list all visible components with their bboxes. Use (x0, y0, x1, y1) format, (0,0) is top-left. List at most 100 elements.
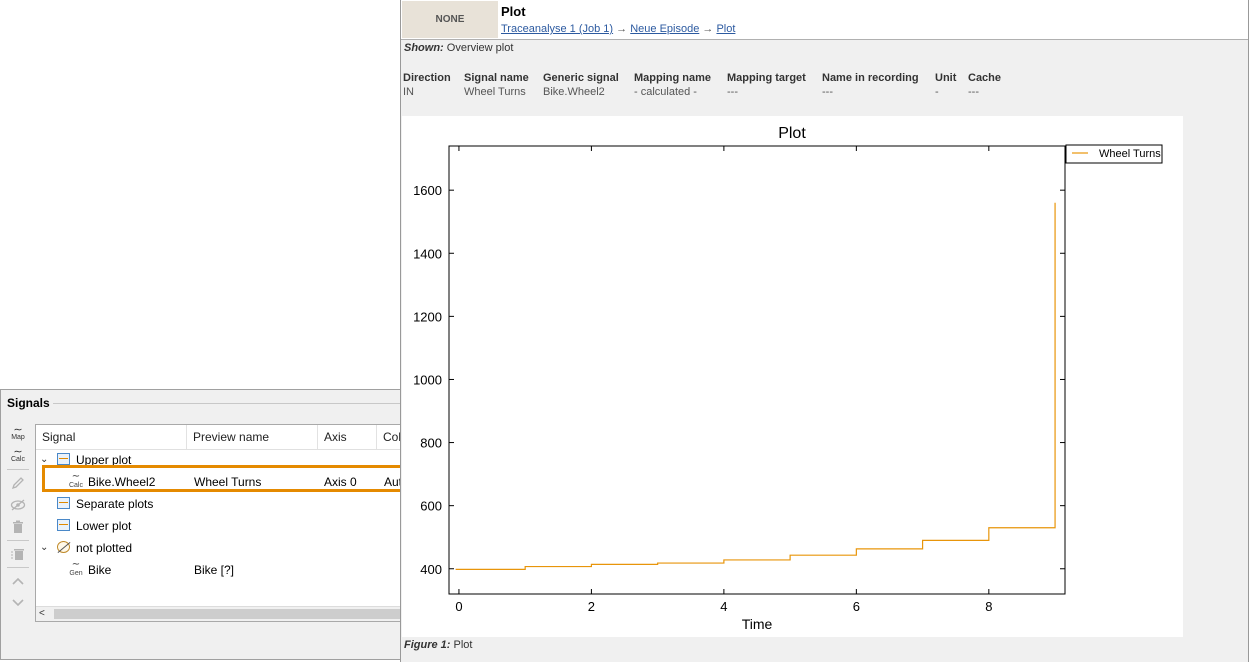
breadcrumb-arrow-icon: → (616, 23, 628, 35)
header-unit: Unit (935, 72, 957, 84)
preview-name-cell: Bike [?] (194, 563, 235, 577)
value-name-in-recording: --- (822, 86, 833, 98)
breadcrumb-link-job[interactable]: Traceanalyse 1 (Job 1) (501, 23, 613, 35)
tree-group-separate-plots[interactable]: Separate plots (36, 493, 402, 515)
not-plotted-icon (57, 541, 70, 553)
wheel-turns-chart: Plot 400 600 800 1000 1200 1400 1600 0 2 4 6 8 Tim… (413, 125, 1163, 632)
value-cache: --- (968, 86, 979, 98)
column-header-preview-name[interactable]: Preview name (187, 425, 318, 449)
y-tick-label: 1600 (413, 183, 442, 198)
col-unit: Unit - (935, 72, 956, 100)
hide-button[interactable] (5, 494, 31, 516)
legend-label: Wheel Turns (1099, 148, 1161, 160)
breadcrumb: Traceanalyse 1 (Job 1) → Neue Episode → … (501, 23, 735, 35)
header-cache: Cache (968, 72, 1002, 84)
col-generic-signal: Generic signal Bike.Wheel2 (543, 72, 619, 100)
value-mapping-name: - calculated - (634, 86, 697, 98)
plot-frame (448, 145, 1066, 595)
col-signal-name: Signal name Wheel Turns (464, 72, 529, 100)
pencil-icon (11, 477, 24, 490)
toolbar-divider (7, 469, 29, 470)
chart-title: Plot (778, 125, 806, 142)
scrollbar-thumb[interactable] (54, 609, 402, 619)
value-unit: - (935, 86, 939, 98)
value-mapping-target: --- (727, 86, 738, 98)
plot-group-icon (57, 453, 70, 465)
y-tick-label: 600 (420, 499, 442, 514)
shown-line: Shown: Overview plot (404, 42, 513, 54)
breadcrumb-link-episode[interactable]: Neue Episode (630, 23, 699, 35)
x-tick-label: 0 (455, 599, 462, 614)
horizontal-scrollbar[interactable]: < (36, 606, 402, 621)
signal-label: Bike (88, 563, 112, 577)
column-header-color[interactable]: Col (377, 425, 402, 449)
title-divider (53, 403, 400, 404)
signal-tree[interactable]: Signal Preview name Axis Col ⌄ Upper plo… (35, 424, 402, 622)
breadcrumb-arrow-icon: → (702, 23, 714, 35)
tree-group-label: Lower plot (76, 519, 132, 533)
y-tick-label: 400 (420, 562, 442, 577)
y-tick-label: 1200 (413, 309, 442, 324)
toolbar-divider (7, 540, 29, 541)
map-button-label: Map (11, 434, 25, 441)
map-signal-button[interactable]: ∼ Map (5, 423, 31, 445)
y-tick-label: 1400 (413, 246, 442, 261)
chevron-down-icon (12, 599, 24, 607)
plot-figure: Plot 400 600 800 1000 1200 1400 1600 0 2 4 6 8 Tim… (402, 116, 1183, 637)
col-name-in-recording: Name in recording --- (822, 72, 919, 100)
shown-value: Overview plot (446, 42, 514, 54)
header-mapping-name: Mapping name (634, 72, 712, 84)
breadcrumb-link-plot[interactable]: Plot (716, 23, 735, 35)
col-cache: Cache --- (968, 72, 1001, 100)
col-mapping-name: Mapping name - calculated - (634, 72, 711, 100)
trash-icon (13, 520, 23, 533)
header-signal-name: Signal name (464, 72, 529, 84)
wave-icon: ∼ (13, 424, 23, 436)
tree-header: Signal Preview name Axis Col (36, 425, 402, 450)
selection-highlight (42, 465, 404, 492)
calc-signal-button[interactable]: ∼ Calc (5, 445, 31, 467)
move-up-button[interactable] (5, 570, 31, 592)
figure-label: Figure 1: (404, 639, 451, 651)
shown-label: Shown: (404, 42, 444, 54)
signals-toolbar: ∼ Map ∼ Calc (5, 423, 31, 614)
y-tick-label: 800 (420, 436, 442, 451)
scroll-left-icon[interactable]: < (39, 607, 45, 621)
y-tick-label: 1000 (413, 372, 442, 387)
eye-hidden-icon (10, 499, 26, 511)
x-tick-label: 4 (720, 599, 727, 614)
signals-panel: Signals ∼ Map ∼ Calc Signal Preview name… (0, 389, 402, 660)
generic-signal-icon: ∼ Gen (69, 559, 83, 578)
delete-button[interactable] (5, 516, 31, 538)
toolbar-divider (7, 567, 29, 568)
signals-panel-title: Signals (7, 396, 50, 410)
tree-group-label: Separate plots (76, 497, 154, 511)
x-tick-label: 8 (985, 599, 992, 614)
tree-row-bike[interactable]: ∼ Gen Bike Bike [?] (36, 559, 402, 581)
x-tick-label: 6 (853, 599, 860, 614)
header-name-in-recording: Name in recording (822, 72, 919, 84)
column-header-signal[interactable]: Signal (36, 425, 187, 449)
edit-button[interactable] (5, 472, 31, 494)
chevron-up-icon (12, 577, 24, 585)
value-direction: IN (403, 86, 414, 98)
move-down-button[interactable] (5, 592, 31, 614)
tree-group-not-plotted[interactable]: ⌄ not plotted (36, 537, 402, 559)
plot-group-icon (57, 519, 70, 531)
x-axis-label: Time (742, 616, 773, 632)
x-tick-label: 2 (588, 599, 595, 614)
column-header-axis[interactable]: Axis (318, 425, 377, 449)
report-header: NONE Plot Traceanalyse 1 (Job 1) → Neue … (401, 0, 1248, 40)
chevron-down-icon[interactable]: ⌄ (40, 537, 48, 559)
status-badge: NONE (402, 1, 498, 38)
calc-button-label: Calc (10, 456, 25, 463)
plot-group-icon (57, 497, 70, 509)
tree-group-label: not plotted (76, 541, 133, 555)
tree-group-lower-plot[interactable]: Lower plot (36, 515, 402, 537)
delete-all-button[interactable] (5, 543, 31, 565)
report-view: NONE Plot Traceanalyse 1 (Job 1) → Neue … (400, 0, 1249, 662)
figure-caption-text: Plot (453, 639, 473, 651)
value-generic-signal: Bike.Wheel2 (543, 86, 605, 98)
page-title: Plot (501, 4, 526, 19)
wave-icon: ∼ (13, 446, 23, 458)
